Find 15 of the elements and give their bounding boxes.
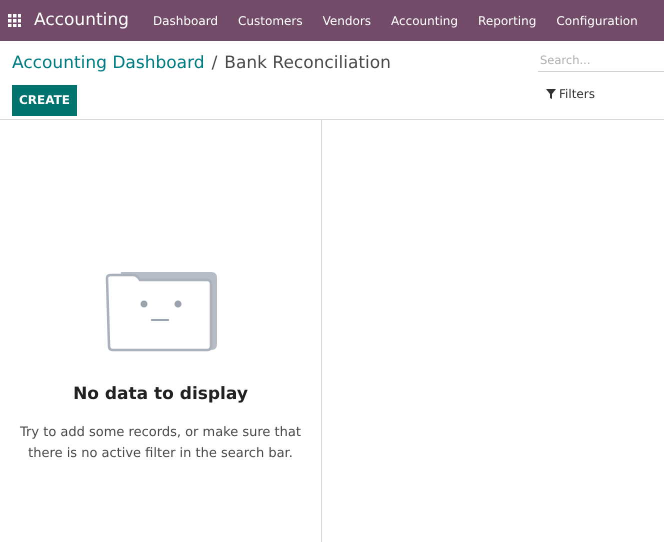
breadcrumb-separator: / <box>212 52 218 75</box>
create-button[interactable]: CREATE <box>12 84 77 116</box>
empty-state-title: No data to display <box>73 383 248 406</box>
nav-menu-item[interactable]: Dashboard <box>142 12 228 30</box>
nav-menu-item[interactable]: Customers <box>228 12 313 30</box>
breadcrumb-link[interactable]: Accounting Dashboard <box>12 51 205 76</box>
app-title[interactable]: Accounting <box>34 8 129 34</box>
empty-state-message: Try to add some records, or make sure that there is no active filter in the search bar. <box>19 424 302 462</box>
breadcrumb-current: Bank Reconciliation <box>224 52 391 75</box>
search-field[interactable]: Search... <box>538 48 664 72</box>
filters-button[interactable]: Filters <box>546 85 664 103</box>
nav-menu-item[interactable]: Accounting <box>381 12 468 30</box>
nav-menu-item[interactable]: Reporting <box>468 12 546 30</box>
nav-menu-item[interactable]: Configuration <box>546 12 648 30</box>
nav-menu-item[interactable]: Vendors <box>312 12 382 30</box>
